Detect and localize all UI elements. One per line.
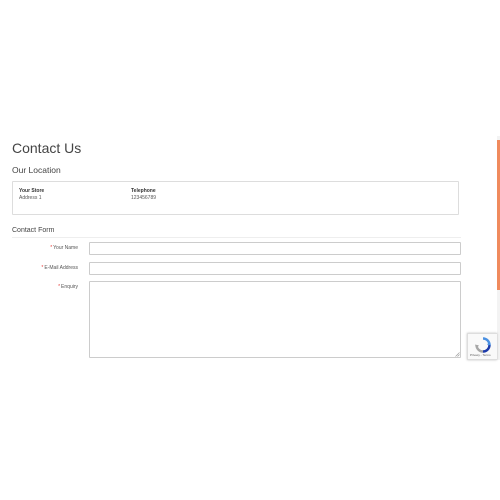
enquiry-textarea[interactable] (89, 281, 461, 358)
email-input[interactable] (89, 262, 461, 275)
store-label: Your Store (19, 188, 45, 194)
telephone-value: 123456789 (131, 195, 157, 201)
page-title: Contact Us (12, 140, 82, 156)
telephone-label: Telephone (131, 188, 156, 194)
enquiry-label: *Enquiry (58, 284, 78, 290)
email-label: *E-Mail Address (41, 265, 78, 271)
location-panel: Your Store Address 1 Telephone 123456789 (12, 181, 459, 215)
recaptcha-badge[interactable]: Privacy - Terms (467, 333, 497, 360)
recaptcha-icon (475, 337, 491, 353)
contact-form-heading: Contact Form (12, 225, 461, 238)
recaptcha-links[interactable]: Privacy - Terms (470, 353, 491, 357)
telephone-info: Telephone 123456789 (131, 188, 156, 202)
main-content: Contact Us Our Location Your Store Addre… (12, 138, 464, 238)
store-info: Your Store Address 1 (19, 188, 44, 202)
required-mark: * (50, 245, 53, 251)
enquiry-wrapper (89, 281, 461, 358)
store-address: Address 1 (19, 195, 42, 201)
name-label: *Your Name (50, 245, 78, 251)
required-mark: * (58, 284, 61, 290)
resize-handle-icon[interactable] (455, 352, 460, 357)
location-heading: Our Location (12, 165, 61, 175)
contact-page: Contact Us Our Location Your Store Addre… (0, 0, 500, 500)
name-input[interactable] (89, 242, 461, 255)
